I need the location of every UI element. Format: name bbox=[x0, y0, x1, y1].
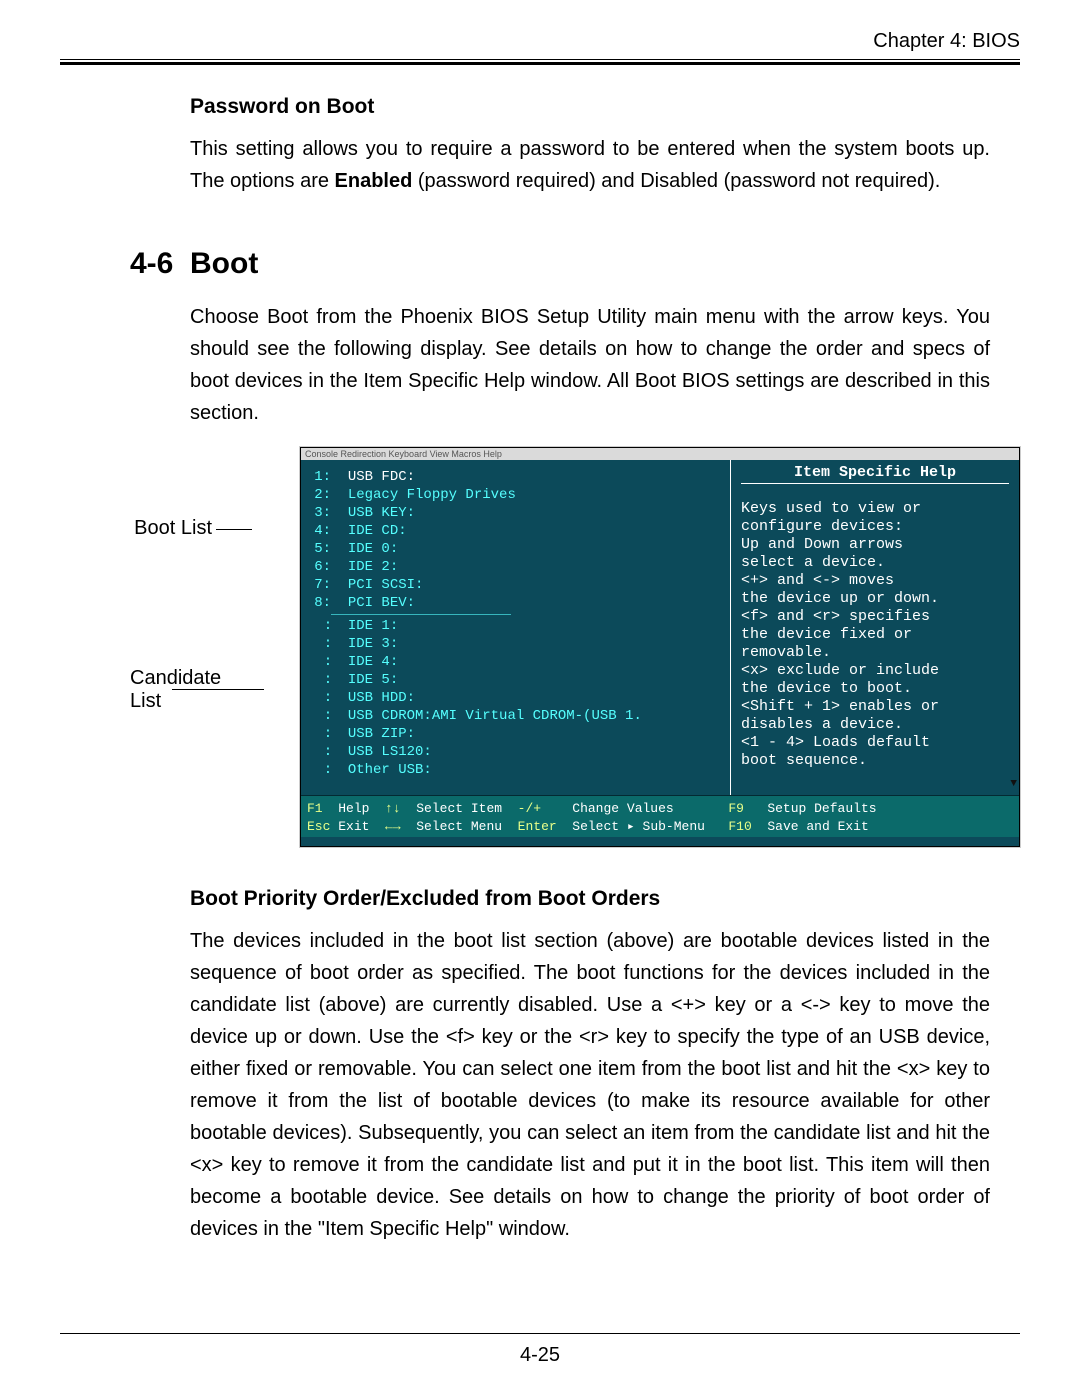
annotation-boot-list: Boot List bbox=[130, 517, 212, 540]
help-line: disables a device. bbox=[741, 716, 1009, 734]
help-line: <Shift + 1> enables or bbox=[741, 698, 1009, 716]
help-line: Up and Down arrows bbox=[741, 536, 1009, 554]
help-line: select a device. bbox=[741, 554, 1009, 572]
candidate-list-item: : USB HDD: bbox=[307, 689, 724, 707]
paragraph: This setting allows you to require a pas… bbox=[190, 133, 990, 197]
bios-footer: F1 Help ↑↓ Select Item -/+ Change Values… bbox=[301, 795, 1019, 837]
candidate-list-item: : USB CDROM:AMI Virtual CDROM-(USB 1. bbox=[307, 707, 724, 725]
candidate-list-item: : IDE 3: bbox=[307, 635, 724, 653]
help-line: configure devices: bbox=[741, 518, 1009, 536]
help-line: the device fixed or bbox=[741, 626, 1009, 644]
help-line: <x> exclude or include bbox=[741, 662, 1009, 680]
heading-boot-priority: Boot Priority Order/Excluded from Boot O… bbox=[190, 887, 990, 911]
annotation-candidate-list: Candidate List bbox=[130, 667, 230, 713]
boot-list-item: 4: IDE CD: bbox=[307, 522, 724, 540]
paragraph: The devices included in the boot list se… bbox=[190, 925, 990, 1245]
candidate-list-item: : USB ZIP: bbox=[307, 725, 724, 743]
help-line: Keys used to view or bbox=[741, 500, 1009, 518]
candidate-list-item: : IDE 1: bbox=[307, 617, 724, 635]
bios-help-pane: Item Specific Help Keys used to view orc… bbox=[731, 460, 1019, 795]
text: (password required) and Disabled (passwo… bbox=[412, 170, 940, 192]
heading-password-on-boot: Password on Boot bbox=[190, 95, 990, 119]
help-line: boot sequence. bbox=[741, 752, 1009, 770]
section-title: Boot bbox=[190, 247, 258, 280]
boot-list-item: 2: Legacy Floppy Drives bbox=[307, 486, 724, 504]
scroll-indicator-icon: ▼ bbox=[1010, 778, 1017, 790]
help-line: <+> and <-> moves bbox=[741, 572, 1009, 590]
heading-4-6-boot: 4-6Boot bbox=[130, 247, 990, 281]
candidate-list-item: : USB LS120: bbox=[307, 743, 724, 761]
bios-left-pane: 1: USB FDC:2: Legacy Floppy Drives3: USB… bbox=[301, 460, 731, 795]
help-line: the device up or down. bbox=[741, 590, 1009, 608]
help-line: <1 - 4> Loads default bbox=[741, 734, 1009, 752]
section-number: 4-6 bbox=[130, 247, 190, 281]
bios-screenshot: Console Redirection Keyboard View Macros… bbox=[300, 447, 1020, 847]
candidate-list-item: : IDE 5: bbox=[307, 671, 724, 689]
help-line: removable. bbox=[741, 644, 1009, 662]
boot-list-item: 1: USB FDC: bbox=[307, 468, 724, 486]
bios-figure: Boot List Candidate List Console Redirec… bbox=[130, 447, 990, 857]
boot-list-item: 5: IDE 0: bbox=[307, 540, 724, 558]
help-line: the device to boot. bbox=[741, 680, 1009, 698]
paragraph: Choose Boot from the Phoenix BIOS Setup … bbox=[190, 301, 990, 429]
boot-list-item: 8: PCI BEV: bbox=[307, 594, 724, 612]
candidate-list-item: : Other USB: bbox=[307, 761, 724, 779]
bold-text: Enabled bbox=[335, 170, 413, 192]
chapter-label: Chapter 4: BIOS bbox=[60, 30, 1020, 57]
help-title: Item Specific Help bbox=[741, 460, 1009, 484]
boot-list-item: 3: USB KEY: bbox=[307, 504, 724, 522]
help-line: <f> and <r> specifies bbox=[741, 608, 1009, 626]
boot-list-item: 6: IDE 2: bbox=[307, 558, 724, 576]
page-number: 4-25 bbox=[0, 1344, 1080, 1367]
boot-list-item: 7: PCI SCSI: bbox=[307, 576, 724, 594]
bios-menubar: Console Redirection Keyboard View Macros… bbox=[301, 448, 1019, 460]
candidate-list-item: : IDE 4: bbox=[307, 653, 724, 671]
